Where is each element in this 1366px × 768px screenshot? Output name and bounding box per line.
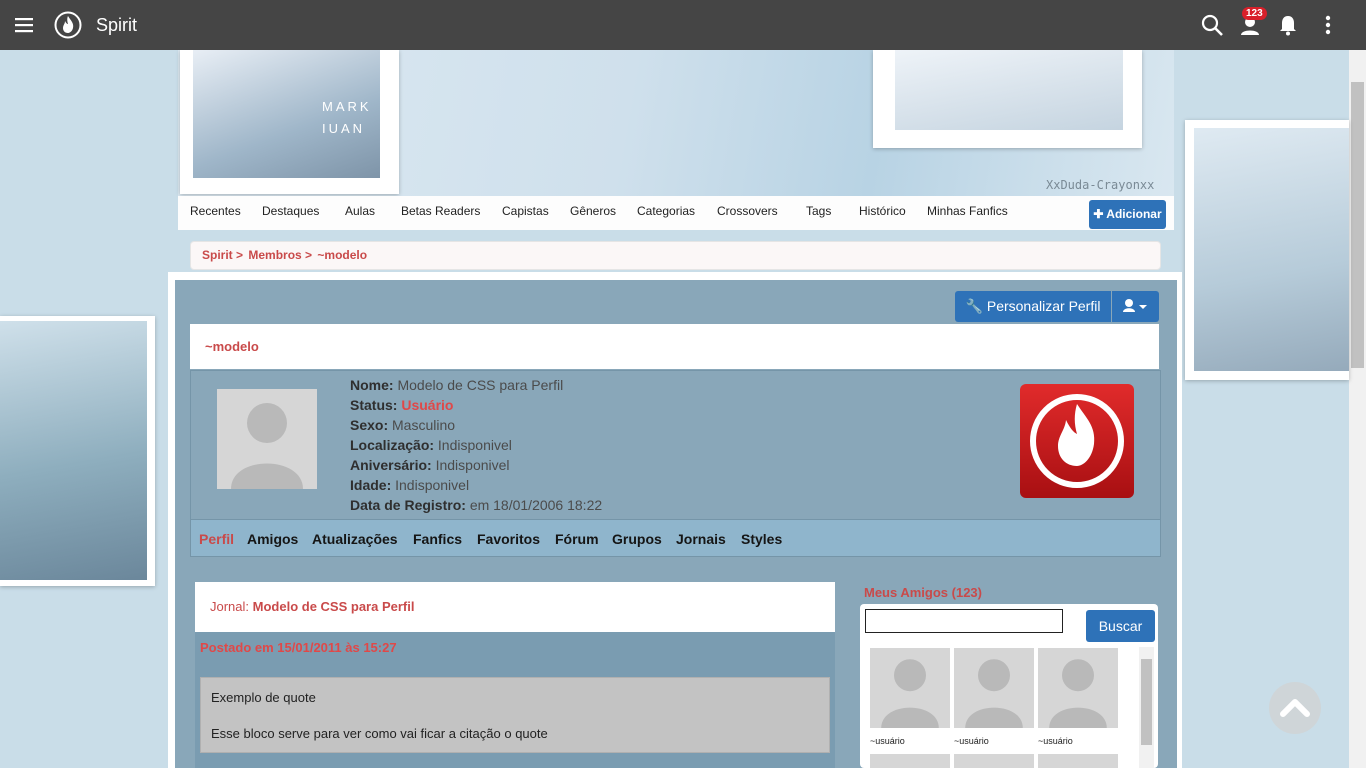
tab-jornais[interactable]: Jornais xyxy=(676,531,726,547)
friends-title[interactable]: Meus Amigos (123) xyxy=(864,585,982,600)
tab-styles[interactable]: Styles xyxy=(741,531,782,547)
journal-header: Jornal: Modelo de CSS para Perfil xyxy=(195,582,835,632)
nav-item-crossovers[interactable]: Crossovers xyxy=(717,204,778,218)
top-bar: Spirit 123 xyxy=(0,0,1366,50)
quote-line-1: Exemplo de quote xyxy=(211,690,316,705)
nav-item-generos[interactable]: Gêneros xyxy=(570,204,616,218)
user-options-button[interactable] xyxy=(1112,291,1159,322)
tab-grupos[interactable]: Grupos xyxy=(612,531,662,547)
friend-name[interactable]: ~usuário xyxy=(954,736,1034,746)
profile-title-box: ~modelo xyxy=(190,324,1159,369)
friend-item-partial[interactable] xyxy=(870,754,950,768)
banner-photo-text: MARK IUAN xyxy=(322,99,372,136)
wrench-icon: 🔧 xyxy=(965,298,987,314)
add-button[interactable]: ✚ Adicionar xyxy=(1089,200,1166,229)
tab-forum[interactable]: Fórum xyxy=(555,531,599,547)
friend-item[interactable]: ~usuário xyxy=(870,648,950,746)
friends-grid: ~usuário ~usuário ~usuário xyxy=(865,644,1152,768)
friends-search-input[interactable] xyxy=(865,609,1063,633)
nav-item-recentes[interactable]: Recentes xyxy=(190,204,241,218)
friends-search-button[interactable]: Buscar xyxy=(1086,610,1155,642)
nav-item-betas-readers[interactable]: Betas Readers xyxy=(401,204,480,218)
default-avatar-icon xyxy=(231,403,303,489)
default-avatar-icon xyxy=(965,659,1023,728)
spirit-flame-logo-icon xyxy=(1020,384,1134,498)
app-title[interactable]: Spirit xyxy=(96,15,137,36)
friends-scrollbar[interactable] xyxy=(1139,647,1154,768)
field-aniversario: Aniversário: Indisponivel xyxy=(350,457,510,473)
breadcrumb-spirit[interactable]: Spirit > xyxy=(202,248,243,262)
profile-info-box xyxy=(190,370,1161,520)
friend-item-partial[interactable] xyxy=(1038,754,1118,768)
nav-item-tags[interactable]: Tags xyxy=(806,204,831,218)
nav-item-aulas[interactable]: Aulas xyxy=(345,204,375,218)
back-to-top-button[interactable] xyxy=(1269,682,1321,734)
breadcrumb: Spirit > Membros > ~modelo xyxy=(190,241,1161,270)
hamburger-icon[interactable] xyxy=(12,13,36,37)
friend-item[interactable]: ~usuário xyxy=(1038,648,1118,746)
profile-username: ~modelo xyxy=(205,339,259,354)
field-registro: Data de Registro: em 18/01/2006 18:22 xyxy=(350,497,603,513)
banner-photo-right xyxy=(873,50,1142,148)
friend-item[interactable]: ~usuário xyxy=(954,648,1034,746)
kebab-icon[interactable] xyxy=(1316,13,1340,37)
flame-icon[interactable] xyxy=(54,11,82,39)
user-icon xyxy=(1123,299,1147,312)
tab-amigos[interactable]: Amigos xyxy=(247,531,298,547)
nav-item-destaques[interactable]: Destaques xyxy=(262,204,319,218)
tab-perfil[interactable]: Perfil xyxy=(199,531,234,547)
field-localizacao: Localização: Indisponivel xyxy=(350,437,512,453)
breadcrumb-current[interactable]: ~modelo xyxy=(317,248,367,262)
nav-item-capistas[interactable]: Capistas xyxy=(502,204,549,218)
breadcrumb-membros[interactable]: Membros > xyxy=(248,248,312,262)
profile-fields: Nome: Modelo de CSS para Perfil Status: … xyxy=(350,375,602,515)
nav-item-minhas-fanfics[interactable]: Minhas Fanfics xyxy=(927,204,1008,218)
chevron-up-icon xyxy=(1280,699,1310,717)
default-avatar-icon xyxy=(1049,659,1107,728)
field-sexo: Sexo: Masculino xyxy=(350,417,456,433)
quote-line-2: Esse bloco serve para ver como vai ficar… xyxy=(211,726,548,741)
friend-name[interactable]: ~usuário xyxy=(870,736,950,746)
friend-name[interactable]: ~usuário xyxy=(1038,736,1118,746)
friend-item-partial[interactable] xyxy=(954,754,1034,768)
field-idade: Idade: Indisponivel xyxy=(350,477,470,493)
field-nome: Nome: Modelo de CSS para Perfil xyxy=(350,377,564,393)
profile-tabs: Perfil Amigos Atualizações Fanfics Favor… xyxy=(190,519,1161,557)
plus-icon: ✚ xyxy=(1093,207,1107,221)
side-photo-left xyxy=(0,316,155,586)
page-scrollbar[interactable] xyxy=(1349,50,1366,768)
customize-profile-button[interactable]: 🔧 Personalizar Perfil xyxy=(955,291,1111,322)
main-navigation: Recentes Destaques Aulas Betas Readers C… xyxy=(178,196,1174,230)
nav-item-categorias[interactable]: Categorias xyxy=(637,204,695,218)
nav-item-historico[interactable]: Histórico xyxy=(859,204,906,218)
tab-fanfics[interactable]: Fanfics xyxy=(413,531,462,547)
search-icon[interactable] xyxy=(1200,13,1224,37)
banner-watermark: XxDuda-Crayonxx xyxy=(1046,178,1155,192)
journal-title: Jornal: Modelo de CSS para Perfil xyxy=(210,599,415,614)
default-avatar-icon xyxy=(881,659,939,728)
bell-icon[interactable] xyxy=(1276,13,1300,37)
journal-quote: Exemplo de quote Esse bloco serve para v… xyxy=(200,677,830,753)
avatar[interactable] xyxy=(217,389,317,489)
field-status: Status: Usuário xyxy=(350,397,454,413)
scrollbar-thumb[interactable] xyxy=(1351,82,1364,368)
tab-favoritos[interactable]: Favoritos xyxy=(477,531,540,547)
friends-scrollbar-thumb[interactable] xyxy=(1141,659,1152,745)
notification-badge: 123 xyxy=(1242,7,1267,20)
journal-posted-date: Postado em 15/01/2011 às 15:27 xyxy=(200,640,397,655)
side-photo-right xyxy=(1185,120,1349,380)
tab-atualizacoes[interactable]: Atualizações xyxy=(312,531,398,547)
